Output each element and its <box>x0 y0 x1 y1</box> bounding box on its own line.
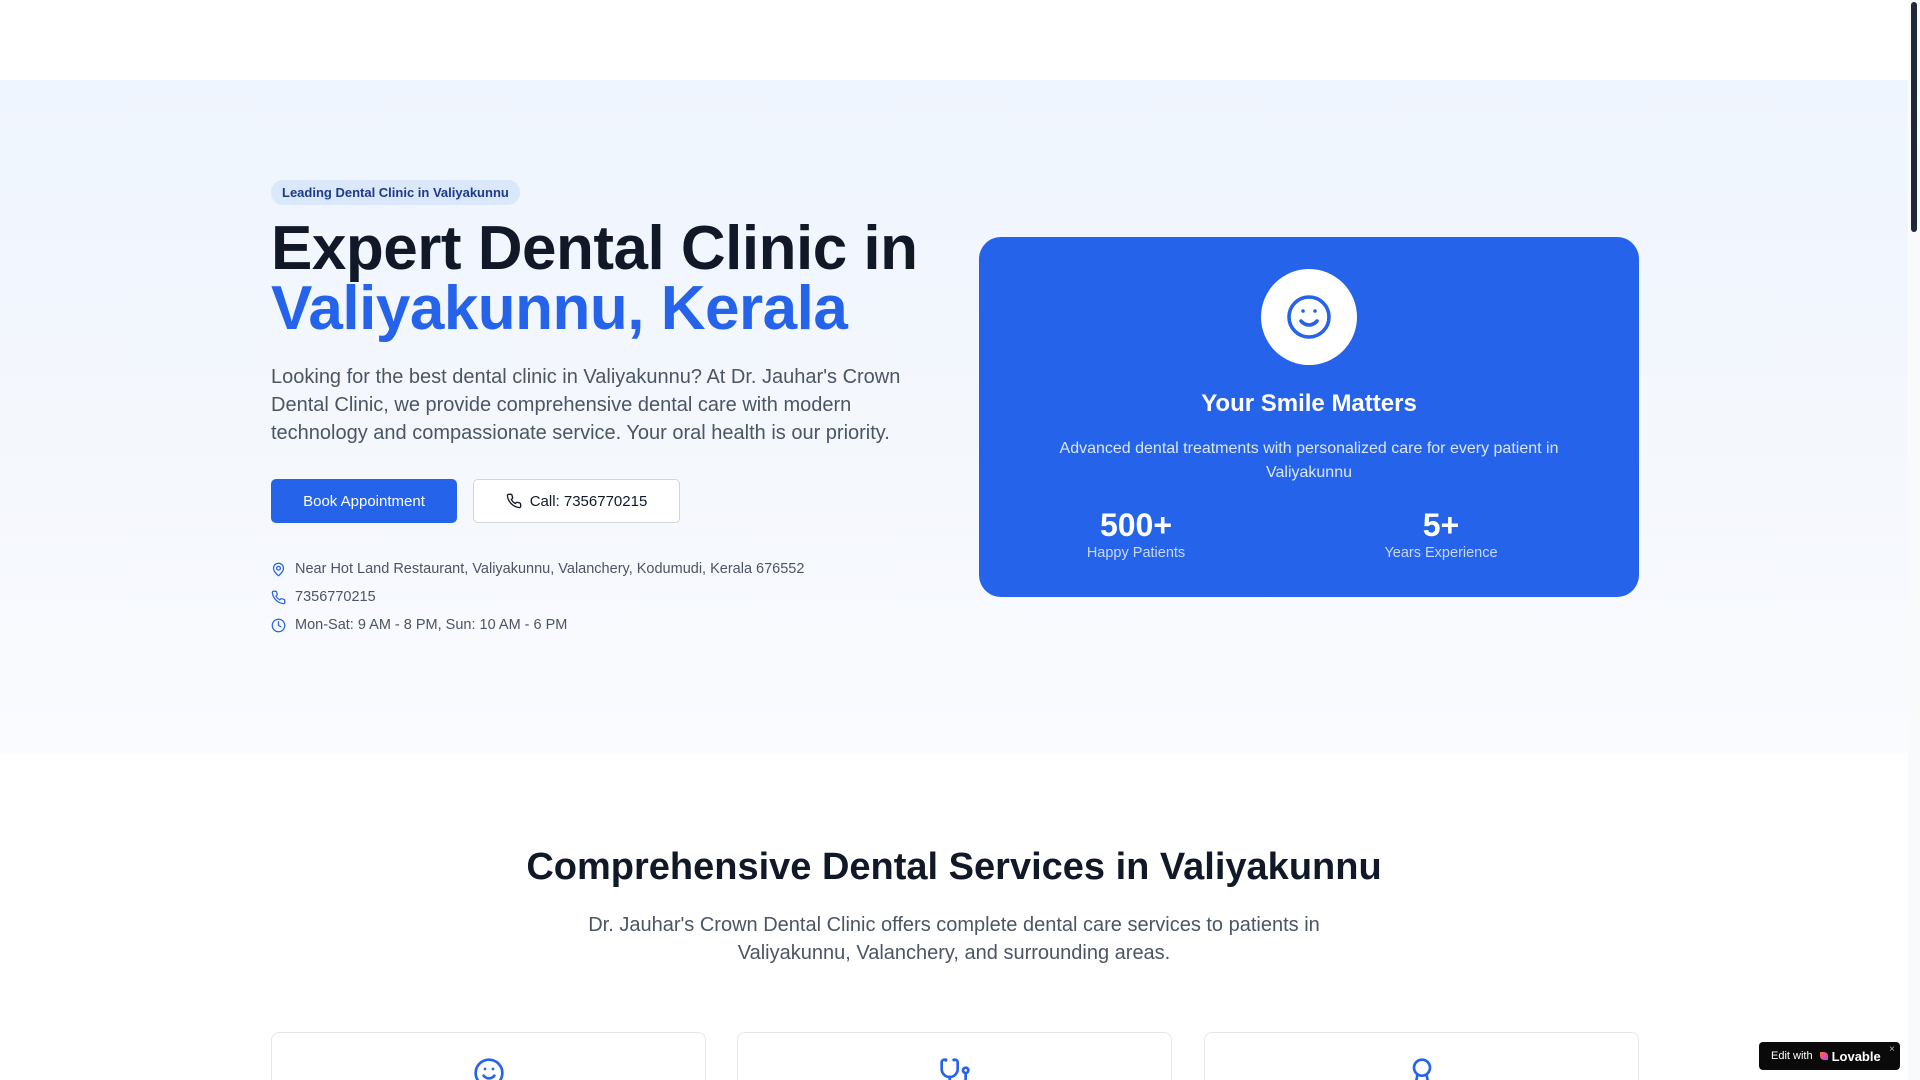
service-card[interactable] <box>737 1032 1172 1080</box>
address-row: Near Hot Land Restaurant, Valiyakunnu, V… <box>271 555 931 583</box>
lovable-heart-icon <box>1819 1052 1828 1060</box>
smile-icon <box>1287 295 1331 339</box>
top-navbar <box>0 0 1908 80</box>
phone-text: 7356770215 <box>295 589 376 605</box>
hero-description: Looking for the best dental clinic in Va… <box>271 366 901 444</box>
hero-title: Expert Dental Clinic in Valiyakunnu, Ker… <box>271 218 931 343</box>
map-pin-icon <box>272 562 285 576</box>
phone-row: 7356770215 <box>271 583 931 611</box>
stat-label: Happy Patients <box>1086 545 1186 561</box>
hours-text: Mon-Sat: 9 AM - 8 PM, Sun: 10 AM - 6 PM <box>295 617 568 633</box>
lovable-prefix: Edit with <box>1771 1050 1813 1062</box>
close-icon[interactable]: × <box>1889 1044 1895 1055</box>
card-description: Advanced dental treatments with personal… <box>1059 440 1559 481</box>
lovable-brand-text: Lovable <box>1831 1048 1881 1064</box>
edit-with-lovable-badge[interactable]: Edit with Lovable × <box>1759 1042 1900 1070</box>
hero-section: Leading Dental Clinic in Valiyakunnu Exp… <box>0 80 1908 753</box>
card-icon-circle <box>1261 269 1357 365</box>
hours-row: Mon-Sat: 9 AM - 8 PM, Sun: 10 AM - 6 PM <box>271 611 931 639</box>
stat-happy-patients: 500+ Happy Patients <box>1036 507 1236 561</box>
scrollbar-thumb[interactable] <box>1911 2 1917 232</box>
book-appointment-label: Book Appointment <box>303 492 425 510</box>
smile-icon <box>473 1058 504 1080</box>
services-description: Dr. Jauhar's Crown Dental Clinic offers … <box>588 914 1320 964</box>
call-button[interactable]: Call: 7356770215 <box>473 479 680 523</box>
stat-label: Years Experience <box>1384 545 1498 561</box>
hero-badge: Leading Dental Clinic in Valiyakunnu <box>271 180 520 205</box>
smile-card: Your Smile Matters Advanced dental treat… <box>979 237 1639 597</box>
page-scrollbar[interactable] <box>1908 0 1920 1080</box>
service-card[interactable] <box>271 1032 706 1080</box>
phone-icon <box>506 493 522 509</box>
call-button-label: Call: 7356770215 <box>529 492 648 510</box>
hero-title-line2: Valiyakunnu, Kerala <box>271 274 848 343</box>
lovable-brand: Lovable <box>1819 1049 1881 1064</box>
award-icon <box>1412 1058 1431 1080</box>
services-section: Comprehensive Dental Services in Valiyak… <box>0 753 1908 1080</box>
phone-icon <box>271 590 286 604</box>
service-card[interactable] <box>1204 1032 1639 1080</box>
book-appointment-button[interactable]: Book Appointment <box>271 479 457 523</box>
hero-title-line1: Expert Dental Clinic in <box>271 214 918 283</box>
contact-info-list: Near Hot Land Restaurant, Valiyakunnu, V… <box>271 555 931 639</box>
clock-icon <box>271 618 286 632</box>
stat-value: 500+ <box>1099 507 1173 543</box>
card-title: Your Smile Matters <box>1201 390 1417 417</box>
hero-content: Leading Dental Clinic in Valiyakunnu Exp… <box>271 180 931 639</box>
stat-value: 5+ <box>1422 507 1460 543</box>
services-title: Comprehensive Dental Services in Valiyak… <box>526 846 1382 888</box>
stethoscope-icon <box>939 1058 970 1080</box>
hero-actions: Book Appointment Call: 7356770215 <box>271 479 931 523</box>
address-text: Near Hot Land Restaurant, Valiyakunnu, V… <box>295 561 805 577</box>
stat-years-experience: 5+ Years Experience <box>1341 507 1541 561</box>
